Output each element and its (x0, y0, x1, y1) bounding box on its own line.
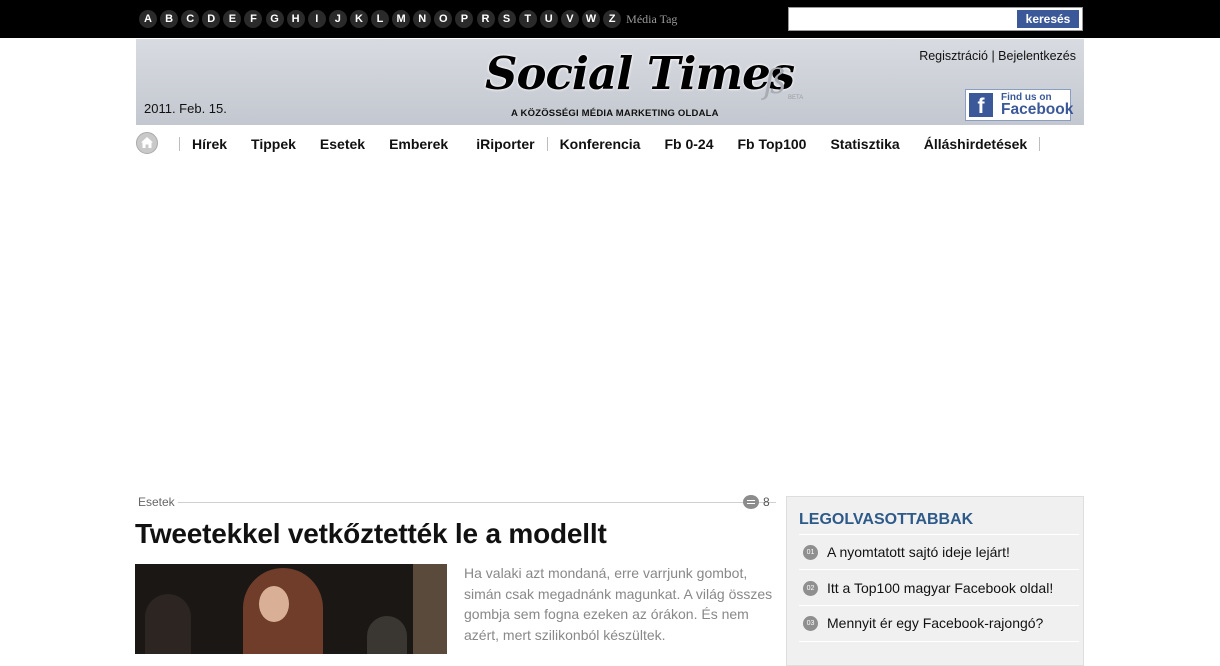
photo-figure (145, 594, 191, 654)
top-bar: A B C D E F G H I J K L M N O P R S T U … (0, 0, 1220, 38)
nav-item-allashirdetesek[interactable]: Álláshirdetések (912, 136, 1040, 152)
beta-logo-icon: ß (764, 62, 787, 102)
nav-item-fb-top100[interactable]: Fb Top100 (726, 136, 819, 152)
login-link[interactable]: Bejelentkezés (998, 49, 1076, 63)
article-photo[interactable] (135, 564, 447, 654)
rank-badge: 02 (803, 580, 818, 596)
letter-n[interactable]: N (413, 10, 432, 28)
nav-item-esetek[interactable]: Esetek (308, 136, 377, 152)
most-read-item-title[interactable]: Mennyit ér egy Facebook-rajongó? (827, 615, 1043, 631)
letter-b[interactable]: B (160, 10, 179, 28)
nav-item-emberek[interactable]: Emberek (377, 136, 462, 152)
rank-badge: 01 (803, 544, 818, 560)
rank-badge: 03 (803, 615, 818, 631)
letter-a[interactable]: A (139, 10, 157, 28)
photo-figure (259, 586, 289, 622)
auth-links: Regisztráció | Bejelentkezés (919, 49, 1076, 63)
letter-d[interactable]: D (202, 10, 221, 28)
site-logo[interactable]: Social Times (485, 49, 795, 99)
meta-divider (178, 502, 776, 503)
nav-item-fb-0-24[interactable]: Fb 0-24 (652, 136, 725, 152)
sidebar-divider (799, 534, 1079, 535)
letter-r[interactable]: R (476, 10, 495, 28)
nav-item-tippek[interactable]: Tippek (239, 136, 308, 152)
site-header: Regisztráció | Bejelentkezés Social Time… (136, 39, 1084, 125)
most-read-item[interactable]: 02 Itt a Top100 magyar Facebook oldal! (803, 578, 1053, 598)
letter-u[interactable]: U (539, 10, 558, 28)
letter-g[interactable]: G (265, 10, 284, 28)
letter-f[interactable]: F (244, 10, 263, 28)
letter-j[interactable]: J (328, 10, 347, 28)
beta-label: BETA (788, 95, 804, 101)
article-meta: Esetek 8 (136, 495, 776, 509)
letter-s[interactable]: S (497, 10, 516, 28)
most-read-box: LEGOLVASOTTABBAK 01 A nyomtatott sajtó i… (786, 496, 1084, 666)
sidebar-divider (799, 605, 1079, 606)
facebook-badge[interactable]: f Find us on Facebook (965, 89, 1074, 121)
article-lead: Ha valaki azt mondaná, erre varrjunk gom… (464, 565, 773, 643)
main-nav: Hírek Tippek Esetek Emberek iRiporter Ko… (136, 130, 1084, 158)
nav-item-konferencia[interactable]: Konferencia (548, 136, 653, 152)
current-date: 2011. Feb. 15. (144, 101, 227, 116)
nav-item-hirek[interactable]: Hírek (180, 136, 239, 152)
auth-divider: | (987, 49, 999, 63)
nav-divider (1039, 137, 1041, 151)
nav-item-statisztika[interactable]: Statisztika (818, 136, 911, 152)
letter-k[interactable]: K (349, 10, 368, 28)
letter-o[interactable]: O (434, 10, 453, 28)
letter-m[interactable]: M (392, 10, 411, 28)
search-box: keresés (788, 7, 1083, 31)
letter-v[interactable]: V (560, 10, 579, 28)
search-button[interactable]: keresés (1017, 10, 1079, 28)
most-read-item[interactable]: 03 Mennyit ér egy Facebook-rajongó? (803, 613, 1043, 633)
letter-h[interactable]: H (286, 10, 305, 28)
letter-z[interactable]: Z (603, 10, 622, 28)
article-title[interactable]: Tweetekkel vetkőztették le a modellt (135, 518, 607, 550)
letter-c[interactable]: C (181, 10, 200, 28)
most-read-item-title[interactable]: Itt a Top100 magyar Facebook oldal! (827, 580, 1053, 596)
home-icon[interactable] (136, 132, 158, 154)
comment-icon[interactable] (743, 495, 759, 509)
letter-w[interactable]: W (581, 10, 600, 28)
letter-p[interactable]: P (455, 10, 474, 28)
nav-item-iriporter[interactable]: iRiporter (462, 136, 546, 152)
photo-figure (413, 564, 447, 654)
facebook-badge-line2: Facebook (1001, 101, 1074, 118)
letter-i[interactable]: I (307, 10, 326, 28)
facebook-icon: f (969, 93, 993, 117)
sidebar-divider (799, 641, 1079, 642)
letter-index: A B C D E F G H I J K L M N O P R S T U … (139, 10, 677, 28)
sidebar-divider (799, 569, 1079, 570)
photo-figure (367, 616, 407, 654)
comment-count[interactable]: 8 (763, 495, 770, 509)
most-read-item-title[interactable]: A nyomtatott sajtó ideje lejárt! (827, 544, 1010, 560)
media-tag-link[interactable]: Média Tag (626, 12, 677, 27)
search-input[interactable] (791, 10, 1013, 28)
nav-items: Hírek Tippek Esetek Emberek iRiporter Ko… (179, 130, 1041, 158)
site-tagline: A KÖZÖSSÉGI MÉDIA MARKETING OLDALA (511, 108, 719, 119)
register-link[interactable]: Regisztráció (919, 49, 988, 63)
letter-e[interactable]: E (223, 10, 242, 28)
letter-l[interactable]: L (371, 10, 390, 28)
letter-t[interactable]: T (518, 10, 537, 28)
most-read-item[interactable]: 01 A nyomtatott sajtó ideje lejárt! (803, 542, 1010, 562)
article-category-link[interactable]: Esetek (138, 495, 175, 509)
most-read-title: LEGOLVASOTTABBAK (799, 511, 974, 528)
